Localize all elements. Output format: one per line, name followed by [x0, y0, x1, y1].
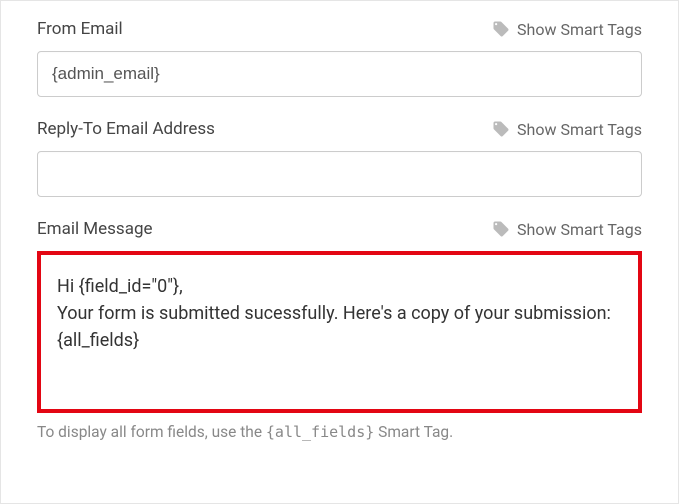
smart-tags-label: Show Smart Tags — [517, 20, 642, 39]
tag-icon — [492, 20, 510, 38]
reply-to-label: Reply-To Email Address — [37, 119, 215, 139]
helper-text: To display all form fields, use the {all… — [37, 423, 642, 441]
from-email-label: From Email — [37, 19, 123, 39]
email-message-field: Email Message Show Smart Tags Hi {field_… — [37, 219, 642, 441]
tag-icon — [492, 220, 510, 238]
email-message-smart-tags-button[interactable]: Show Smart Tags — [492, 220, 642, 239]
from-email-field: From Email Show Smart Tags — [37, 19, 642, 97]
reply-to-smart-tags-button[interactable]: Show Smart Tags — [492, 120, 642, 139]
from-email-input[interactable] — [37, 51, 642, 97]
email-message-editor[interactable]: Hi {field_id="0"},Your form is submitted… — [37, 251, 642, 413]
from-email-smart-tags-button[interactable]: Show Smart Tags — [492, 20, 642, 39]
reply-to-input[interactable] — [37, 151, 642, 197]
reply-to-field: Reply-To Email Address Show Smart Tags — [37, 119, 642, 197]
email-message-label: Email Message — [37, 219, 153, 239]
smart-tags-label: Show Smart Tags — [517, 220, 642, 239]
smart-tags-label: Show Smart Tags — [517, 120, 642, 139]
tag-icon — [492, 120, 510, 138]
